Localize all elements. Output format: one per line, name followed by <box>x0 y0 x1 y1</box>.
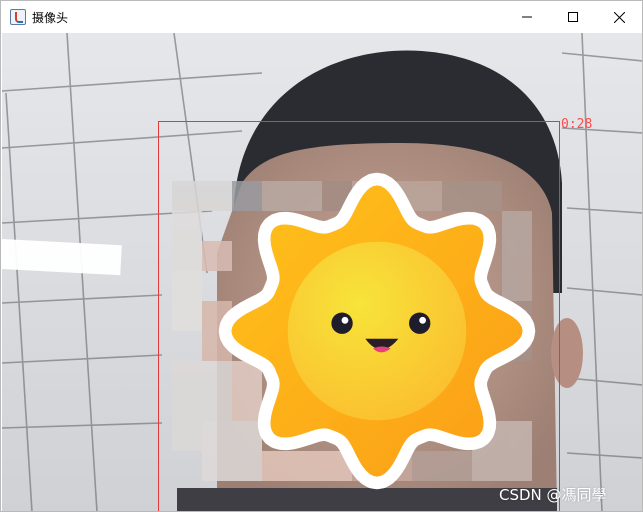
csdn-watermark: CSDN @馮同學 <box>499 486 607 504</box>
timer-label: 0:28 <box>561 117 593 132</box>
smiling-sun-icon <box>218 172 536 490</box>
close-button[interactable] <box>596 1 642 33</box>
minimize-button[interactable] <box>504 1 550 33</box>
java-cup-icon <box>10 9 26 25</box>
maximize-button[interactable] <box>550 1 596 33</box>
window-title: 摄像头 <box>32 10 69 25</box>
close-icon <box>613 11 625 23</box>
camera-view: 0:28 CSDN @馮同學 <box>2 33 642 511</box>
maximize-icon <box>568 12 578 22</box>
camera-window: 摄像头 0:28 CSDN @馮同學 <box>0 0 643 512</box>
title-bar[interactable]: 摄像头 <box>1 1 642 33</box>
minimize-icon <box>522 16 532 18</box>
